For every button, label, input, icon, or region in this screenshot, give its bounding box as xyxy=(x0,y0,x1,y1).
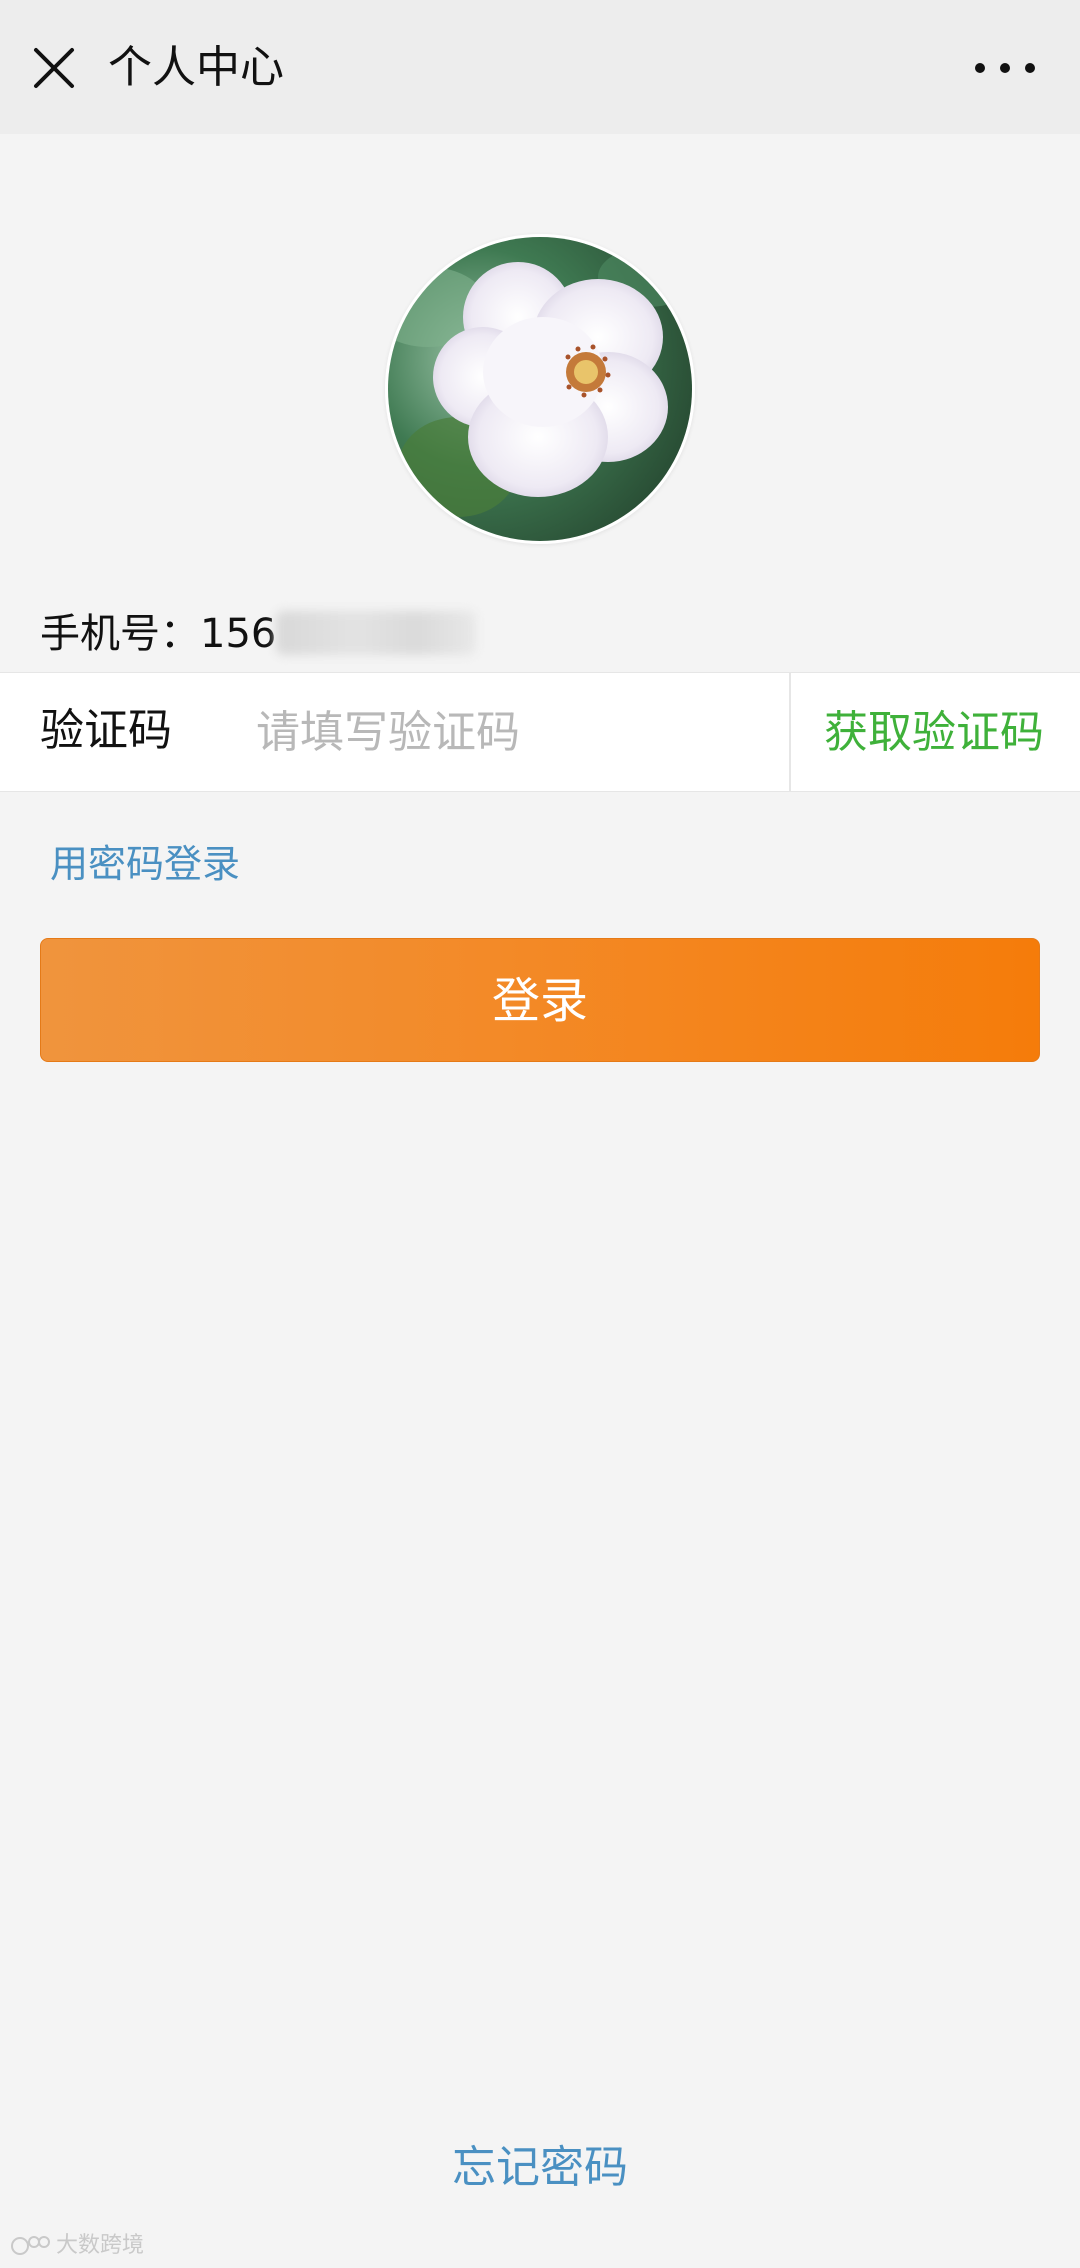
verification-code-row: 验证码 获取验证码 xyxy=(0,672,1080,792)
phone-number: 156 xyxy=(200,611,277,657)
phone-label: 手机号： xyxy=(40,611,200,657)
phone-number-masked xyxy=(276,611,477,655)
flower-avatar-image xyxy=(388,237,692,541)
close-icon[interactable] xyxy=(30,44,78,92)
phone-number-row: 手机号：156 xyxy=(40,604,477,664)
verification-code-input[interactable] xyxy=(256,697,776,767)
get-code-button[interactable]: 获取验证码 xyxy=(824,703,1044,763)
verification-code-label: 验证码 xyxy=(40,705,172,756)
watermark-logo-icon xyxy=(11,2236,50,2255)
watermark: 大数跨境 xyxy=(10,2232,144,2260)
more-icon[interactable] xyxy=(970,50,1040,86)
top-bar: 个人中心 xyxy=(0,0,1080,134)
page-title: 个人中心 xyxy=(108,42,284,93)
forgot-password-link[interactable]: 忘记密码 xyxy=(0,2138,1080,2198)
avatar[interactable] xyxy=(385,234,695,544)
password-login-link[interactable]: 用密码登录 xyxy=(50,836,240,892)
login-button[interactable]: 登录 xyxy=(40,938,1040,1062)
divider xyxy=(789,673,791,791)
watermark-text: 大数跨境 xyxy=(56,2233,145,2258)
